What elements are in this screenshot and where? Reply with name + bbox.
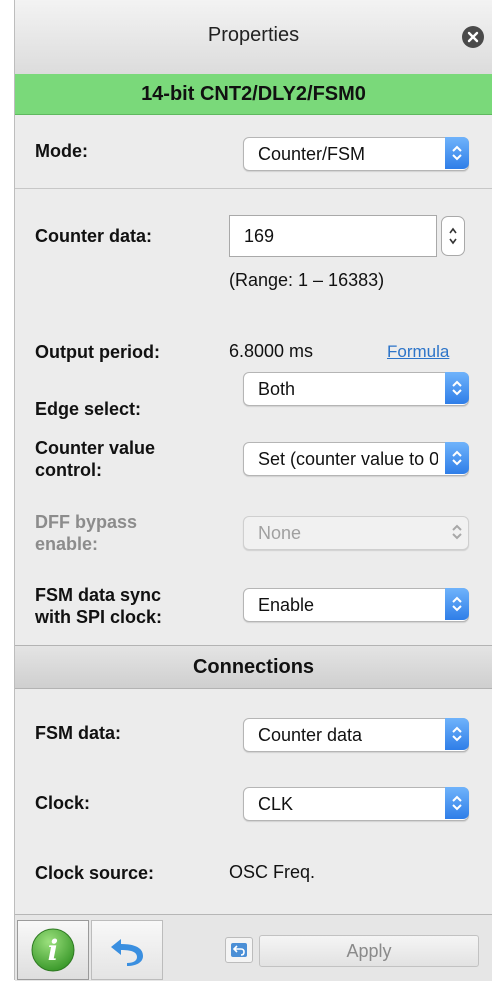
- connections-header: Connections: [15, 645, 492, 689]
- divider: [15, 188, 492, 189]
- edge-select[interactable]: Both: [243, 372, 469, 406]
- clock-source-label: Clock source:: [35, 863, 155, 883]
- counter-value-control-select[interactable]: Set (counter value to 0): [243, 442, 469, 476]
- counter-data-label: Counter data:: [35, 226, 152, 246]
- edge-select-label: Edge select:: [35, 399, 142, 419]
- fsm-data-label: FSM data:: [35, 723, 122, 743]
- properties-panel: Properties 14-bit CNT2/DLY2/FSM0 Mode: C…: [14, 0, 492, 981]
- updown-chevron-icon: [445, 588, 469, 620]
- formula-link[interactable]: Formula: [387, 342, 449, 362]
- fsm-sync-select[interactable]: Enable: [243, 588, 469, 622]
- counter-value-control-value: Set (counter value to 0): [258, 449, 438, 469]
- info-icon: i: [31, 928, 75, 972]
- counter-data-input[interactable]: 169: [229, 215, 437, 257]
- bottom-toolbar: i Apply: [15, 914, 492, 981]
- mode-select[interactable]: Counter/FSM: [243, 137, 469, 171]
- fsm-data-value: Counter data: [258, 725, 363, 745]
- edge-select-value: Both: [258, 379, 296, 399]
- counter-value-control-label: Counter value control:: [35, 437, 155, 481]
- apply-button[interactable]: Apply: [259, 935, 479, 967]
- clock-select[interactable]: CLK: [243, 787, 469, 821]
- dff-bypass-label-line2: enable:: [35, 534, 99, 554]
- fsm-data-select[interactable]: Counter data: [243, 718, 469, 752]
- dff-bypass-select[interactable]: None: [243, 516, 469, 550]
- counter-value-control-label-line1: Counter value: [35, 438, 156, 458]
- fsm-sync-label-line2: with SPI clock:: [35, 607, 163, 627]
- undo-button[interactable]: [91, 920, 163, 980]
- counter-data-value: 169: [244, 226, 275, 246]
- mode-label: Mode:: [35, 141, 88, 161]
- updown-chevron-icon: [445, 718, 469, 750]
- title-bar: Properties: [15, 0, 492, 75]
- mode-select-value: Counter/FSM: [258, 144, 366, 164]
- output-period-label: Output period:: [35, 342, 160, 362]
- clock-value: CLK: [258, 794, 294, 814]
- dff-bypass-label-line1: DFF bypass: [35, 512, 138, 532]
- dff-bypass-value: None: [258, 523, 302, 543]
- counter-data-stepper[interactable]: [441, 216, 465, 256]
- counter-value-control-label-line2: control:: [35, 460, 102, 480]
- fsm-sync-label-line1: FSM data sync: [35, 585, 162, 605]
- info-button[interactable]: i: [17, 920, 89, 980]
- stepper-arrows-icon: [449, 227, 457, 245]
- close-icon: [467, 31, 479, 43]
- block-name-header: 14-bit CNT2/DLY2/FSM0: [15, 74, 492, 115]
- panel-title: Properties: [207, 24, 300, 46]
- output-period-value: 6.8000 ms: [229, 341, 314, 361]
- close-button[interactable]: [462, 26, 484, 48]
- undo-icon: [111, 939, 143, 966]
- fsm-sync-value: Enable: [258, 595, 315, 615]
- clock-label: Clock:: [35, 793, 91, 813]
- clock-source-value: OSC Freq.: [229, 862, 316, 882]
- svg-text:i: i: [48, 934, 59, 967]
- fsm-sync-label: FSM data sync with SPI clock:: [35, 584, 162, 628]
- dff-bypass-label: DFF bypass enable:: [35, 511, 137, 555]
- updown-chevron-icon: [445, 372, 469, 404]
- updown-chevron-icon: [445, 442, 469, 474]
- updown-chevron-icon: [445, 516, 469, 548]
- revert-icon: [231, 943, 247, 957]
- updown-chevron-icon: [445, 787, 469, 819]
- updown-chevron-icon: [445, 137, 469, 169]
- counter-data-range: (Range: 1 – 16383): [229, 270, 385, 290]
- revert-button[interactable]: [225, 937, 253, 963]
